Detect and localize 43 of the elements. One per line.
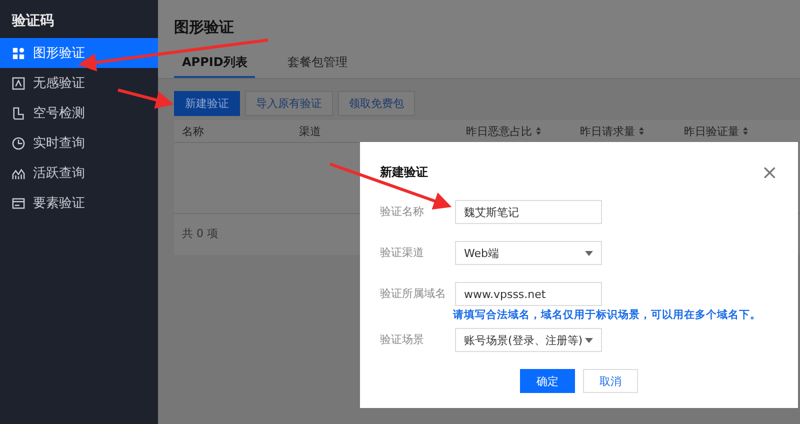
create-button[interactable]: 新建验证 bbox=[174, 91, 240, 116]
annotation-arrow bbox=[118, 88, 174, 109]
action-button[interactable]: 导入原有验证 bbox=[245, 91, 333, 116]
caret-icon bbox=[585, 338, 593, 342]
field-label: 验证名称 bbox=[380, 204, 425, 220]
card-icon bbox=[12, 196, 25, 210]
page-title: 图形验证 bbox=[174, 18, 234, 38]
input-field[interactable]: 魏艾斯笔记 bbox=[455, 200, 602, 224]
column-header[interactable]: 昨日恶意占比 bbox=[466, 124, 580, 138]
select-field[interactable]: Web端 bbox=[455, 241, 602, 265]
action-button[interactable]: 领取免费包 bbox=[338, 91, 415, 116]
dialog-title: 新建验证 bbox=[380, 164, 428, 180]
sidebar-item[interactable]: 活跃查询 bbox=[0, 158, 158, 188]
field-label: 验证场景 bbox=[380, 332, 425, 348]
sidebar-item[interactable]: 实时查询 bbox=[0, 128, 158, 158]
column-header[interactable]: 渠道 bbox=[299, 124, 466, 138]
column-header[interactable]: 名称 bbox=[182, 124, 299, 138]
sidebar-item[interactable]: 空号检测 bbox=[0, 98, 158, 128]
total-count: 共 0 项 bbox=[182, 227, 218, 240]
field-label: 验证所属域名 bbox=[380, 286, 447, 302]
sort-icon[interactable] bbox=[639, 127, 644, 135]
sidebar-item[interactable]: 无感验证 bbox=[0, 68, 158, 98]
cancel-button[interactable]: 取消 bbox=[583, 369, 638, 393]
sidebar-item[interactable]: 要素验证 bbox=[0, 188, 158, 218]
caret-icon bbox=[585, 250, 593, 256]
sidebar-item[interactable]: 图形验证 bbox=[0, 38, 158, 68]
sort-icon[interactable] bbox=[743, 127, 748, 135]
grid-icon bbox=[12, 46, 25, 60]
sort-icon[interactable] bbox=[536, 127, 541, 135]
chart-icon bbox=[12, 166, 25, 180]
tab[interactable]: 套餐包管理 bbox=[279, 52, 356, 78]
hint-text: 请填写合法域名，域名仅用于标识场景，可以用在多个域名下。 bbox=[453, 308, 761, 322]
column-header[interactable]: 昨日请求量 bbox=[580, 124, 684, 138]
close-icon[interactable]: × bbox=[761, 162, 778, 182]
field-label: 验证渠道 bbox=[380, 245, 425, 261]
tab[interactable]: APPID列表 bbox=[174, 52, 256, 78]
frame-icon bbox=[12, 76, 25, 90]
confirm-button[interactable]: 确定 bbox=[520, 369, 575, 393]
clock-icon bbox=[12, 136, 25, 150]
sidebar-title: 验证码 bbox=[10, 12, 55, 31]
select-field[interactable]: 账号场景(登录、注册等) bbox=[455, 328, 602, 352]
column-header[interactable]: 昨日验证量 bbox=[684, 124, 792, 138]
input-field[interactable]: www.vpsss.net bbox=[455, 282, 602, 306]
